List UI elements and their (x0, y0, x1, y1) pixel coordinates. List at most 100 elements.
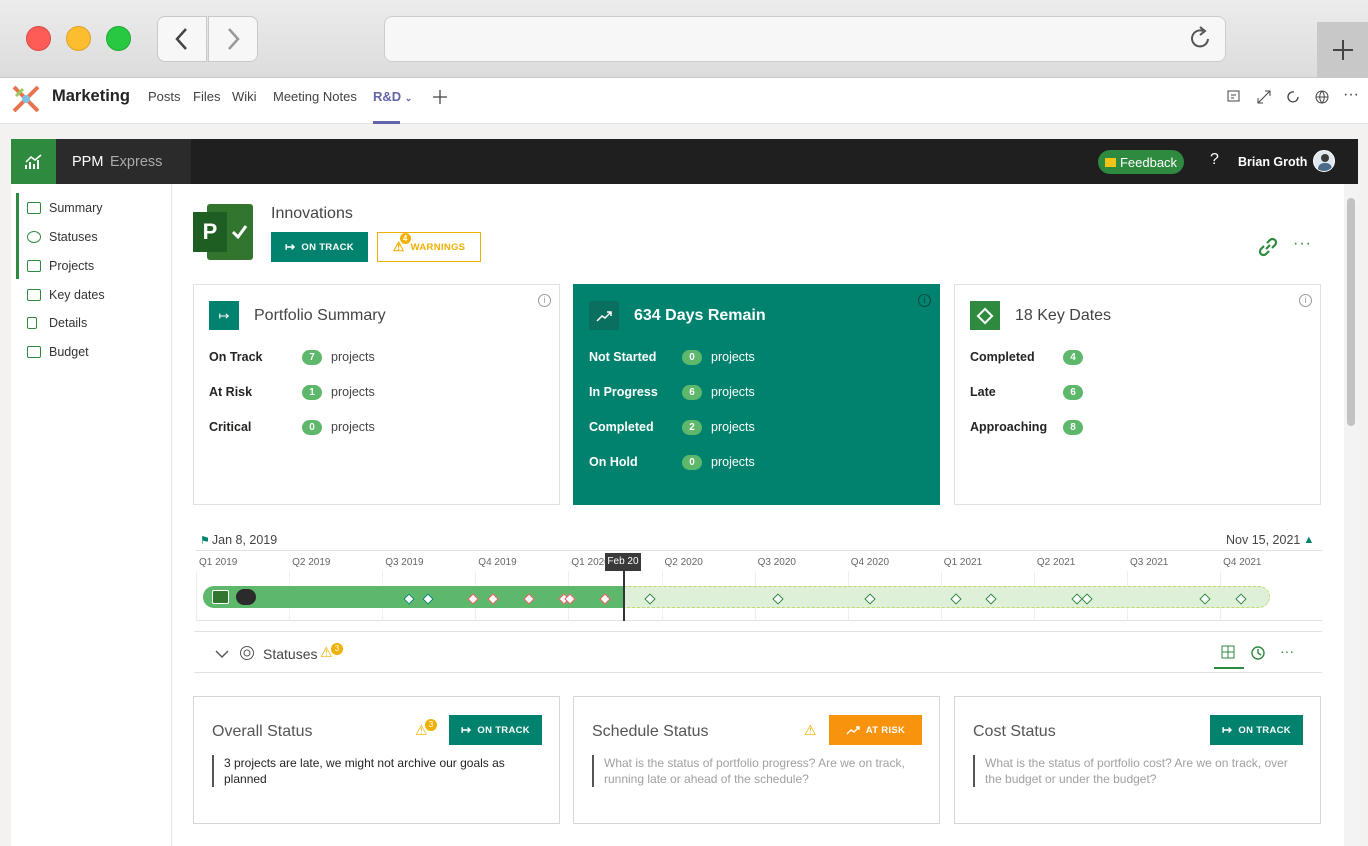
page-title: Innovations (271, 205, 353, 222)
sidebar-item-label: Statuses (49, 230, 98, 244)
count-badge: 0 (682, 455, 702, 470)
count-badge: 1 (302, 385, 322, 400)
address-bar[interactable] (384, 16, 1226, 62)
tab-wiki[interactable]: Wiki (232, 89, 257, 104)
team-logo-icon (12, 85, 40, 113)
today-marker: Feb 20 (605, 553, 641, 571)
help-icon[interactable]: ? (1210, 151, 1219, 169)
maximize-window-button[interactable] (106, 26, 131, 51)
browser-chrome (0, 0, 1368, 78)
sidebar-item-label: Details (49, 316, 88, 330)
refresh-icon[interactable] (1285, 89, 1301, 105)
overall-status-card[interactable]: Overall Status ⚠ 3 ↦ ON TRACK 3 projects a… (193, 696, 560, 824)
sidebar-item-details[interactable]: Details (27, 316, 87, 330)
on-track-badge[interactable]: ↦ ON TRACK (449, 715, 542, 745)
warning-icon: ⚠ 3 (320, 643, 343, 661)
sidebar-item-label: Projects (49, 259, 95, 273)
expand-icon[interactable] (1256, 89, 1272, 105)
at-risk-badge[interactable]: AT RISK (829, 715, 922, 745)
card-title: Schedule Status (592, 723, 709, 740)
divider (194, 631, 1322, 632)
timeline-start: ⚑ Jan 8, 2019 (200, 533, 277, 547)
globe-icon[interactable] (1314, 89, 1330, 105)
warning-icon: ⚠ 3 (415, 719, 437, 739)
days-remain-card: 634 Days Remain i Not Started 0 projects… (573, 284, 940, 505)
count-badge: 4 (1063, 350, 1083, 365)
project-icon (212, 590, 229, 604)
more-options-icon[interactable]: ··· (1280, 643, 1294, 659)
chevron-down-icon[interactable] (215, 649, 229, 659)
user-name[interactable]: Brian Groth (1238, 155, 1307, 169)
feedback-button[interactable]: Feedback (1098, 150, 1184, 174)
back-button[interactable] (157, 16, 207, 62)
tab-files[interactable]: Files (193, 89, 220, 104)
status-description: What is the status of portfolio progress… (592, 755, 922, 787)
teams-header: Marketing Posts Files Wiki Meeting Notes… (0, 78, 1368, 124)
count-badge: 8 (1063, 420, 1083, 435)
link-icon[interactable] (1256, 235, 1280, 259)
count-badge: 0 (302, 420, 322, 435)
on-track-badge[interactable]: ↦ ON TRACK (1210, 715, 1303, 745)
row-unit: projects (331, 385, 375, 399)
scrollbar-thumb[interactable] (1347, 198, 1355, 426)
calendar-icon (27, 289, 41, 301)
avatar[interactable] (1313, 150, 1335, 172)
sidebar-item-label: Summary (49, 201, 103, 215)
minimize-window-button[interactable] (66, 26, 91, 51)
more-options-icon[interactable]: ··· (1343, 86, 1359, 104)
close-window-button[interactable] (26, 26, 51, 51)
ppm-app-icon[interactable] (11, 139, 56, 184)
tab-rnd-label: R&D (373, 89, 402, 104)
new-tab-button[interactable] (1317, 22, 1368, 78)
sidebar-item-label: Budget (49, 345, 89, 359)
sidebar-item-budget[interactable]: Budget (27, 345, 89, 359)
info-icon[interactable]: i (1299, 294, 1312, 307)
sidebar-item-key-dates[interactable]: Key dates (27, 288, 105, 302)
diamond-icon (970, 301, 1000, 330)
count-badge: 6 (1063, 385, 1083, 400)
chevron-left-icon (175, 28, 187, 50)
schedule-status-card[interactable]: Schedule Status ⚠ AT RISK What is the st… (573, 696, 940, 824)
row-label: In Progress (589, 385, 658, 399)
on-track-button[interactable]: ↦ ON TRACK (271, 232, 368, 262)
scrollbar[interactable] (1344, 184, 1358, 846)
statuses-icon (240, 646, 254, 660)
arrow-right-icon: ↦ (1222, 723, 1233, 737)
forward-button[interactable] (208, 16, 258, 62)
history-icon[interactable] (1250, 645, 1266, 661)
cost-status-card[interactable]: Cost Status ↦ ON TRACK What is the status… (954, 696, 1321, 824)
info-icon[interactable]: i (918, 294, 931, 307)
portfolio-summary-card: ↦ Portfolio Summary i On Track 7 project… (193, 284, 560, 505)
row-unit: projects (711, 455, 755, 469)
grid-view-icon[interactable] (1221, 645, 1235, 659)
card-title: 634 Days Remain (634, 307, 766, 324)
warning-count: 3 (331, 643, 343, 655)
quarter-label: Q4 2021 (1223, 557, 1262, 568)
info-icon[interactable]: i (538, 294, 551, 307)
add-tab-icon[interactable] (433, 90, 447, 104)
quarter-label: Q4 2019 (478, 557, 517, 568)
card-title: Overall Status (212, 723, 313, 740)
sidebar-item-projects[interactable]: Projects (27, 259, 94, 273)
tab-posts[interactable]: Posts (148, 89, 181, 104)
reload-icon[interactable] (1189, 26, 1213, 52)
status-description: 3 projects are late, we might not archiv… (212, 755, 542, 787)
row-label: Not Started (589, 350, 657, 364)
statuses-icon (27, 231, 41, 243)
tab-meeting-notes[interactable]: Meeting Notes (273, 89, 357, 104)
count-badge: 6 (682, 385, 702, 400)
sidebar-item-statuses[interactable]: Statuses (27, 230, 98, 244)
row-label: On Hold (589, 455, 638, 469)
warnings-button[interactable]: ⚠ 4 WARNINGS (377, 232, 481, 262)
chart-trend-icon (24, 153, 41, 169)
timeline-end: Nov 15, 2021 ▲ (1226, 533, 1314, 547)
more-options-icon[interactable]: ··· (1293, 235, 1312, 253)
ppm-top-bar: PPM Express Feedback ? Brian Groth (11, 139, 1358, 184)
rocket-icon (236, 589, 256, 605)
warning-icon: ⚠ (804, 722, 817, 738)
conversation-icon[interactable] (1226, 89, 1242, 105)
ppm-brand-sub: Express (110, 154, 163, 170)
sidebar-item-summary[interactable]: Summary (27, 201, 102, 215)
quarter-label: Q3 2021 (1130, 557, 1169, 568)
tab-rnd[interactable]: R&D ⌄ (373, 89, 412, 104)
